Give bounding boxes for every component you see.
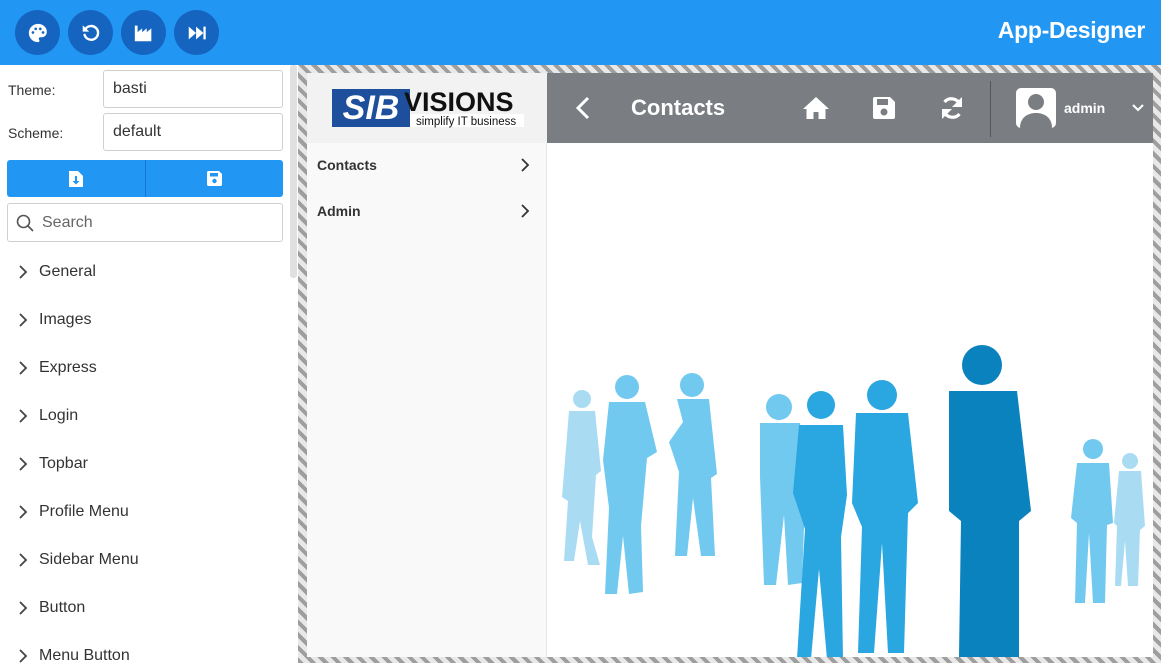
logo-area: SIB VISIONS simplify IT business xyxy=(307,73,547,143)
factory-button[interactable] xyxy=(121,10,166,55)
theme-label: Theme: xyxy=(8,82,56,98)
chevron-right-icon xyxy=(19,649,28,663)
search-box xyxy=(7,203,283,242)
preview-app: SIB VISIONS simplify IT business Contact… xyxy=(307,73,1153,657)
app-title: App-Designer xyxy=(997,17,1146,43)
chevron-right-icon xyxy=(19,505,28,519)
chevron-right-icon xyxy=(19,265,28,279)
section-label: Sidebar Menu xyxy=(39,551,139,568)
download-button[interactable] xyxy=(7,160,146,197)
undo-icon xyxy=(82,24,99,41)
chevron-down-icon[interactable] xyxy=(1131,101,1145,115)
save-button[interactable] xyxy=(145,160,283,197)
menu-item-contacts[interactable]: Contacts xyxy=(307,143,547,187)
avatar-icon xyxy=(1020,94,1052,128)
scrollbar-thumb[interactable] xyxy=(290,65,297,278)
section-topbar[interactable]: Topbar xyxy=(14,449,284,479)
people-silhouettes-image xyxy=(562,345,1145,657)
theme-field[interactable]: basti xyxy=(103,70,283,108)
section-general[interactable]: General xyxy=(14,257,284,287)
search-input[interactable] xyxy=(42,213,272,232)
section-profile-menu[interactable]: Profile Menu xyxy=(14,497,284,527)
section-express[interactable]: Express xyxy=(14,353,284,383)
chevron-right-icon xyxy=(19,553,28,567)
page-title: Contacts xyxy=(631,95,726,120)
top-bar: App-Designer xyxy=(0,0,1161,65)
refresh-icon[interactable] xyxy=(938,94,966,122)
preview-content xyxy=(547,143,1153,657)
logo-visions: VISIONS xyxy=(404,87,514,117)
section-label: Express xyxy=(39,359,97,376)
scheme-label: Scheme: xyxy=(8,125,64,141)
section-images[interactable]: Images xyxy=(14,305,284,335)
preview-sidebar: SIB VISIONS simplify IT business Contact… xyxy=(307,73,547,657)
chevron-right-icon xyxy=(19,409,28,423)
chevron-right-icon xyxy=(521,158,530,172)
chevron-right-icon xyxy=(19,457,28,471)
preview-header: Contacts admin xyxy=(547,73,1153,143)
action-button-group xyxy=(7,160,283,197)
section-sidebar-menu[interactable]: Sidebar Menu xyxy=(14,545,284,575)
search-icon xyxy=(16,214,34,232)
chevron-right-icon xyxy=(19,361,28,375)
theme-palette-button[interactable] xyxy=(15,10,60,55)
fast-forward-icon xyxy=(188,26,206,39)
section-label: Button xyxy=(39,599,86,616)
chevron-right-icon xyxy=(19,313,28,327)
designer-panel: Theme: basti Scheme: default General Imag… xyxy=(0,65,298,663)
file-download-icon xyxy=(68,170,83,187)
logo-tagline: simplify IT business xyxy=(416,116,516,128)
factory-icon xyxy=(134,25,151,41)
section-label: Menu Button xyxy=(39,647,130,663)
section-label: Login xyxy=(39,407,79,424)
sibvisions-logo: SIB VISIONS simplify IT business xyxy=(332,87,524,128)
back-icon[interactable] xyxy=(571,95,597,121)
menu-item-label: Contacts xyxy=(317,157,377,173)
chevron-right-icon xyxy=(19,601,28,615)
palette-icon xyxy=(28,23,47,42)
chevron-right-icon xyxy=(521,204,530,218)
logo-sib: SIB xyxy=(343,89,400,127)
section-label: General xyxy=(39,263,96,280)
section-login[interactable]: Login xyxy=(14,401,284,431)
section-label: Profile Menu xyxy=(39,503,129,520)
save-icon xyxy=(206,171,222,186)
section-label: Images xyxy=(39,311,92,328)
section-label: Topbar xyxy=(39,455,88,472)
menu-item-admin[interactable]: Admin xyxy=(307,189,547,233)
scheme-field[interactable]: default xyxy=(103,113,283,151)
home-icon[interactable] xyxy=(802,94,830,122)
section-button[interactable]: Button xyxy=(14,593,284,623)
fast-forward-button[interactable] xyxy=(174,10,219,55)
section-menu-button[interactable]: Menu Button xyxy=(14,641,284,663)
save-icon[interactable] xyxy=(870,94,898,122)
user-name[interactable]: admin xyxy=(1064,100,1105,116)
header-separator xyxy=(990,81,991,137)
undo-button[interactable] xyxy=(68,10,113,55)
menu-item-label: Admin xyxy=(317,203,361,219)
avatar[interactable] xyxy=(1016,88,1056,128)
